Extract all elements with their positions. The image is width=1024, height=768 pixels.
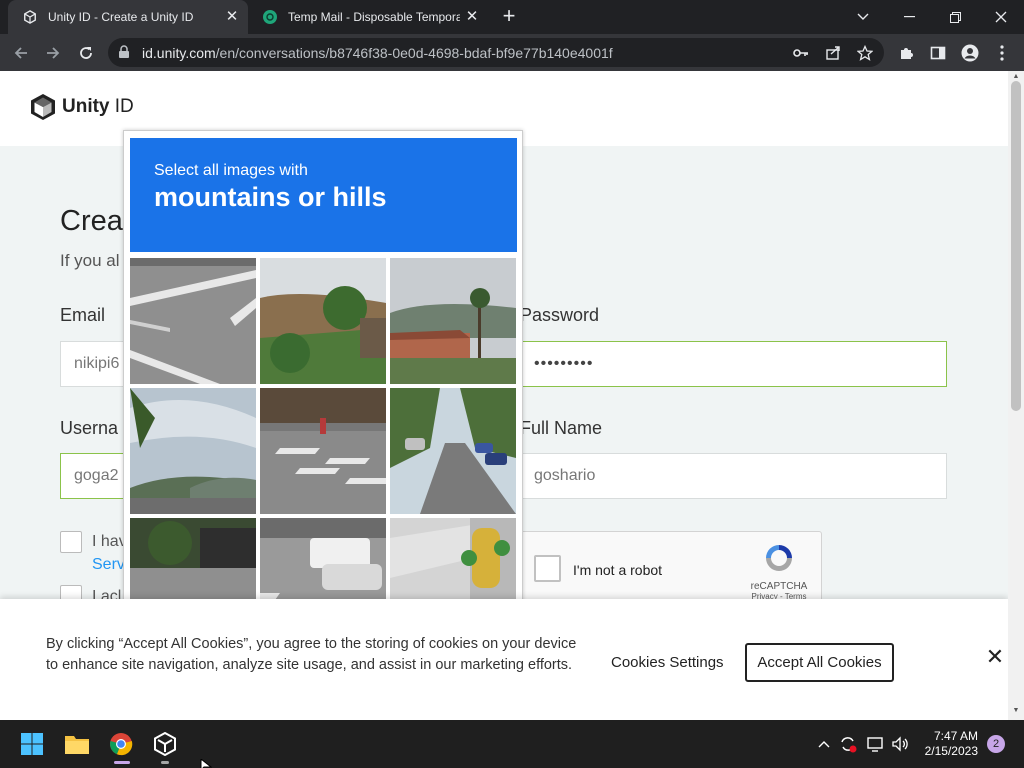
page-scrollbar[interactable]: ▲ ▼ [1008,71,1024,720]
fullname-field[interactable]: goshario [520,453,947,499]
challenge-target: mountains or hills [154,182,387,212]
chrome-icon[interactable] [107,730,135,758]
page-content: Unity ID Crea If you al Email nikipi6 Pa… [0,71,1008,720]
tab-close-icon[interactable]: ✕ [464,9,480,25]
email-value: nikipi6 [74,355,120,372]
volume-icon[interactable] [889,734,911,754]
recaptcha-brand: reCAPTCHA Privacy - Terms [749,542,809,601]
tab-unity-id[interactable]: Unity ID - Create a Unity ID ✕ [8,0,248,34]
cookie-banner: By clicking “Accept All Cookies”, you ag… [0,599,1008,720]
challenge-instruction: Select all images with [154,162,308,179]
challenge-tile-2[interactable] [260,258,386,384]
unity-cube-icon [31,94,55,120]
scroll-up-icon[interactable]: ▲ [1012,73,1020,80]
challenge-tile-7[interactable] [130,518,256,609]
close-window-icon[interactable] [978,0,1024,34]
windows-taskbar: 7:47 AM 2/15/2023 2 [0,720,1024,768]
extensions-puzzle-icon[interactable] [893,40,919,66]
page-subtitle: If you al [60,251,120,270]
scrollbar-thumb[interactable] [1011,81,1021,411]
reload-icon[interactable] [73,40,99,66]
challenge-header: Select all images with mountains or hill… [130,138,517,252]
username-field[interactable]: goga2 [60,453,130,499]
terms-checkbox[interactable] [60,531,82,553]
challenge-tile-9[interactable] [390,518,516,609]
sync-icon[interactable] [837,734,859,754]
system-clock[interactable]: 7:47 AM 2/15/2023 [918,729,978,759]
terms-link[interactable]: Serv [92,556,125,574]
logo-text: Unity ID [62,96,134,117]
challenge-tile-5[interactable] [260,388,386,514]
forward-icon[interactable] [40,40,66,66]
password-label: Password [520,305,600,325]
side-panel-icon[interactable] [925,40,951,66]
network-icon[interactable] [865,734,887,754]
recaptcha-logo-icon [766,545,792,571]
username-value: goga2 [74,467,119,484]
url-text: id.unity.com/en/conversations/b8746f38-0… [142,45,613,61]
cookies-settings-button[interactable]: Cookies Settings [611,654,724,671]
clock-time: 7:47 AM [933,729,978,743]
captcha-challenge-popup: Select all images with mountains or hill… [123,130,523,610]
tab-search-icon[interactable] [840,0,886,34]
notification-badge[interactable]: 2 [987,735,1005,753]
scroll-down-icon[interactable]: ▼ [1012,707,1020,714]
back-icon[interactable] [8,40,34,66]
chrome-active-indicator [114,761,130,764]
share-icon[interactable] [823,43,843,63]
tab-temp-mail[interactable]: Temp Mail - Disposable Temporary Email ✕ [248,0,488,34]
minimize-icon[interactable] [886,0,932,34]
tab-close-icon[interactable]: ✕ [224,9,240,25]
restore-icon[interactable] [932,0,978,34]
page-title: Crea [60,205,123,237]
challenge-tile-4[interactable] [130,388,256,514]
browser-toolbar: id.unity.com/en/conversations/b8746f38-0… [0,34,1024,71]
new-tab-button[interactable]: + [498,5,520,27]
recaptcha-brand-text: reCAPTCHA [750,581,808,592]
unity-logo-icon [22,9,38,25]
challenge-tile-6[interactable] [390,388,516,514]
recaptcha-label: I'm not a robot [573,562,663,578]
unity-id-logo[interactable]: Unity ID [30,93,134,121]
unity-hub-icon[interactable] [151,730,179,758]
clock-date: 2/15/2023 [924,744,978,758]
email-label: Email [60,305,106,325]
accept-all-cookies-button[interactable]: Accept All Cookies [745,643,894,682]
mouse-cursor-icon [200,757,213,768]
address-bar[interactable]: id.unity.com/en/conversations/b8746f38-0… [108,38,884,67]
username-label: Userna [60,418,119,438]
windows-start-icon[interactable] [18,730,46,758]
password-value: ••••••••• [534,355,594,372]
menu-kebab-icon[interactable] [989,40,1015,66]
key-icon[interactable] [791,43,811,63]
challenge-tile-1[interactable] [130,258,256,384]
file-explorer-icon[interactable] [63,730,91,758]
tab-title: Unity ID - Create a Unity ID [48,10,194,24]
recaptcha-checkbox[interactable] [534,555,561,582]
challenge-tile-3[interactable] [390,258,516,384]
email-field[interactable]: nikipi6 [60,341,130,387]
fullname-label: Full Name [520,418,603,438]
bookmark-star-icon[interactable] [855,43,875,63]
lock-icon[interactable] [118,45,130,64]
tab-title: Temp Mail - Disposable Temporary Email [288,10,460,24]
password-field[interactable]: ••••••••• [520,341,947,387]
challenge-tile-8[interactable] [260,518,386,609]
temp-mail-icon [262,9,278,25]
profile-avatar-icon[interactable] [957,40,983,66]
terms-text: I hav [92,533,127,550]
show-hidden-icons-chevron-icon[interactable] [813,734,835,754]
unity-hub-indicator [161,761,169,764]
fullname-value: goshario [534,467,596,484]
tab-bar: Unity ID - Create a Unity ID ✕ Temp Mail… [0,0,1024,34]
close-icon[interactable]: ✕ [984,646,1006,668]
cookie-message: By clicking “Accept All Cookies”, you ag… [46,636,577,673]
